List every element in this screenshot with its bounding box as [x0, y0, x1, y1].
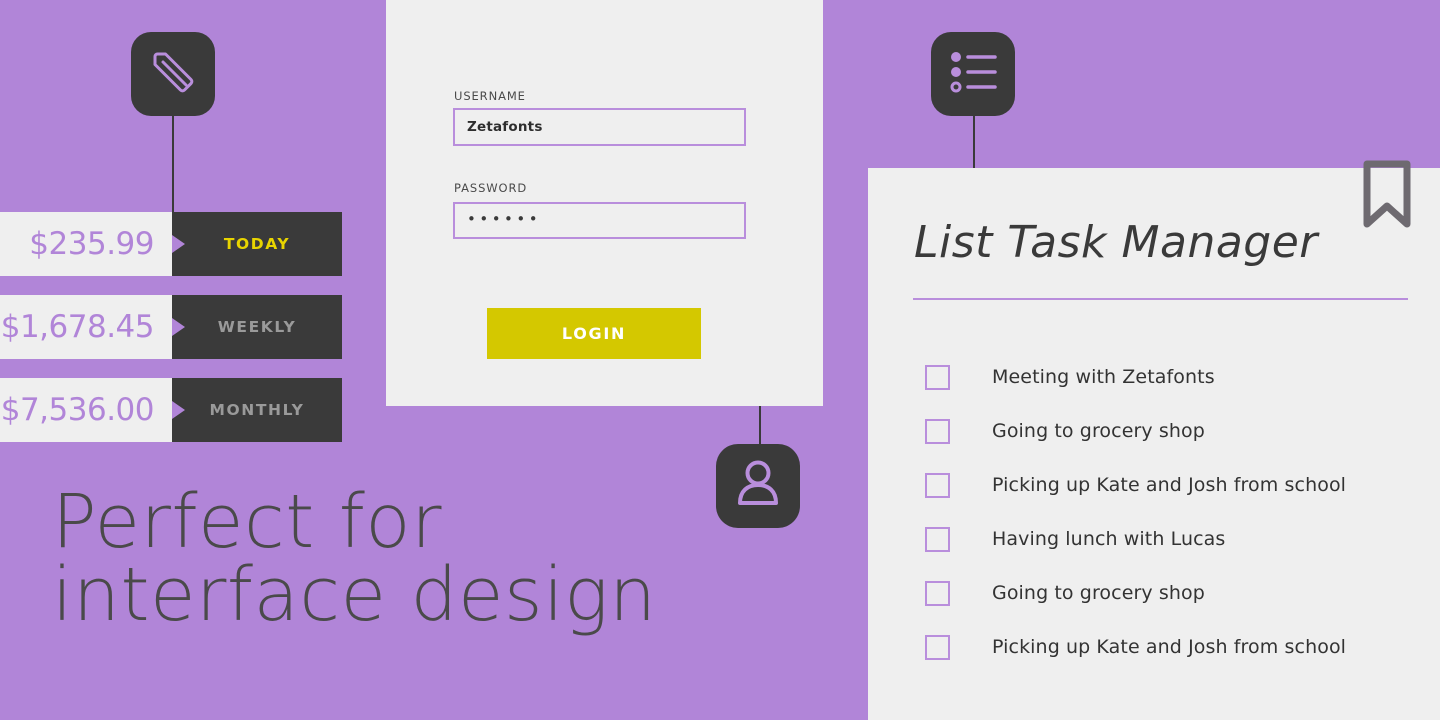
login-panel: USERNAME Zetafonts PASSWORD •••••• LOGIN [386, 0, 823, 406]
stat-amount: $1,678.45 [0, 309, 155, 345]
tag-icon [148, 47, 198, 101]
stat-label-cell[interactable]: TODAY [172, 212, 342, 276]
username-label: USERNAME [454, 89, 526, 103]
headline-line-1: Perfect for [52, 479, 442, 565]
stat-label: TODAY [223, 235, 291, 253]
stat-amount-cell: $1,678.45 [0, 295, 172, 359]
task-checkbox[interactable] [925, 418, 950, 444]
password-input[interactable]: •••••• [453, 202, 746, 239]
list-item[interactable]: Going to grocery shop [925, 566, 1425, 620]
headline: Perfect for interface design [52, 479, 657, 638]
task-label: Picking up Kate and Josh from school [992, 636, 1347, 658]
list-icon [948, 50, 998, 98]
task-label: Having lunch with Lucas [992, 528, 1226, 550]
stat-amount-cell: $235.99 [0, 212, 172, 276]
page-title: List Task Manager [914, 217, 1318, 268]
title-divider [913, 298, 1408, 300]
task-checkbox[interactable] [925, 364, 950, 390]
task-checkbox[interactable] [925, 634, 950, 660]
bookmark-icon[interactable] [1358, 158, 1416, 238]
list-item[interactable]: Picking up Kate and Josh from school [925, 620, 1425, 674]
username-value: Zetafonts [467, 119, 543, 135]
login-button[interactable]: LOGIN [487, 308, 701, 359]
stat-label: WEEKLY [217, 318, 297, 336]
tag-icon-tile[interactable] [131, 32, 215, 116]
headline-line-2: interface design [52, 551, 657, 638]
stat-label-cell[interactable]: MONTHLY [172, 378, 342, 442]
stat-amount-cell: $7,536.00 [0, 378, 172, 442]
tag-connector-line [172, 110, 174, 222]
list-item[interactable]: Having lunch with Lucas [925, 512, 1425, 566]
stat-row: $7,536.00 MONTHLY [0, 378, 342, 442]
stat-amount: $7,536.00 [0, 392, 155, 428]
stat-label-cell[interactable]: WEEKLY [172, 295, 342, 359]
list-item[interactable]: Picking up Kate and Josh from school [925, 458, 1425, 512]
stat-row: $1,678.45 WEEKLY [0, 295, 342, 359]
task-label: Picking up Kate and Josh from school [992, 474, 1347, 496]
password-label: PASSWORD [454, 181, 528, 195]
task-label: Going to grocery shop [992, 582, 1205, 604]
username-input[interactable]: Zetafonts [453, 108, 746, 146]
task-checkbox[interactable] [925, 526, 950, 552]
stat-amount: $235.99 [29, 226, 154, 262]
user-icon-tile[interactable] [716, 444, 800, 528]
list-item[interactable]: Going to grocery shop [925, 404, 1425, 458]
stat-row: $235.99 TODAY [0, 212, 342, 276]
task-panel: List Task Manager Meeting with Zetafonts… [868, 160, 1440, 720]
user-icon [734, 458, 782, 514]
task-label: Meeting with Zetafonts [992, 366, 1215, 388]
password-value: •••••• [467, 209, 542, 228]
stats-panel: $235.99 TODAY $1,678.45 WEEKLY $7,536.00… [0, 212, 342, 461]
task-list: Meeting with Zetafonts Going to grocery … [925, 350, 1425, 674]
task-checkbox[interactable] [925, 580, 950, 606]
list-item[interactable]: Meeting with Zetafonts [925, 350, 1425, 404]
list-icon-tile[interactable] [931, 32, 1015, 116]
task-checkbox[interactable] [925, 472, 950, 498]
task-label: Going to grocery shop [992, 420, 1205, 442]
stat-label: MONTHLY [209, 401, 305, 419]
